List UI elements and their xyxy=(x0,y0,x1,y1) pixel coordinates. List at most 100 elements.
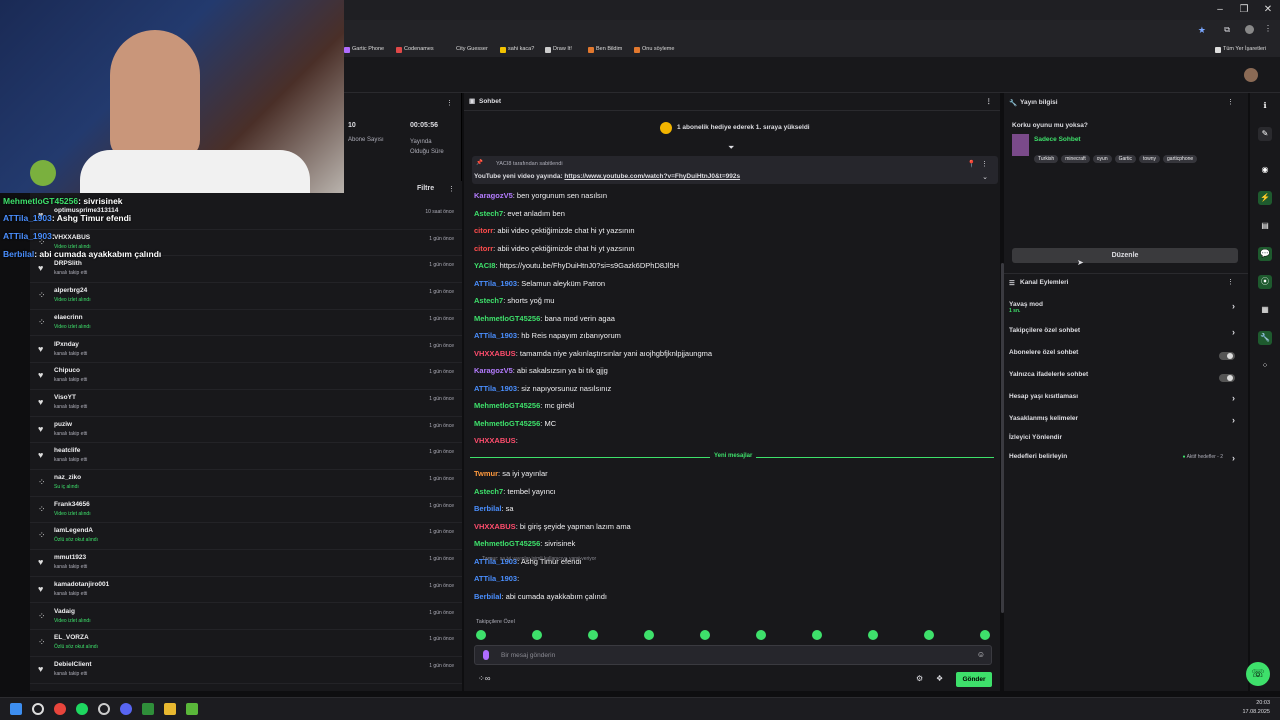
activity-row[interactable]: ♥ heatclife kanalı takip etti 1 gün önce xyxy=(30,443,462,470)
activity-row[interactable]: ⁘ IamLegendA Özlü söz okut alındı 1 gün önc… xyxy=(30,523,462,551)
chat-message[interactable]: ATTila_1903: Selamun aleyküm Patron xyxy=(474,279,605,288)
bookmark-item[interactable]: Codenames xyxy=(396,42,434,57)
pinned-menu-icon[interactable]: ⋮ xyxy=(981,160,988,168)
extensions-icon[interactable]: ⧉ xyxy=(1224,25,1230,35)
tag[interactable]: garticphone xyxy=(1163,155,1198,163)
activity-row[interactable]: ♥ DRPSlith kanalı takip etti 1 gün önce xyxy=(30,256,462,284)
emote-chat-toggle[interactable] xyxy=(1219,374,1235,382)
camera-icon[interactable]: ◉ xyxy=(1258,163,1272,177)
emote-icon[interactable] xyxy=(812,630,822,640)
activity-menu-icon[interactable]: ⋮ xyxy=(448,185,455,193)
chat-message[interactable]: ATTila_1903: xyxy=(474,574,519,583)
emote-icon[interactable] xyxy=(644,630,654,640)
activity-row[interactable]: ♥ kamadotanjiro001 kanalı takip etti 1 gün … xyxy=(30,577,462,604)
chat-message[interactable]: Astech7: tembel yayıncı xyxy=(474,487,556,496)
chat-username[interactable]: Astech7 xyxy=(474,209,503,218)
chat-menu-icon[interactable]: ⋮ xyxy=(986,93,993,111)
chat-message[interactable]: VHXXABUS: bi giriş şeyide yapman lazım a… xyxy=(474,522,631,531)
chat-username[interactable]: KaragozV5 xyxy=(474,366,513,375)
tag[interactable]: minecraft xyxy=(1061,155,1090,163)
activity-row[interactable]: ♥ DebielClient kanalı takip etti 1 gün önce xyxy=(30,657,462,684)
chat-message[interactable]: MehmetloGT45256: MC xyxy=(474,419,556,428)
emote-icon[interactable] xyxy=(476,630,486,640)
filter-button[interactable]: Filtre xyxy=(417,185,434,192)
activity-row[interactable]: ♥ mmut1923 kanalı takip etti 1 gün önce xyxy=(30,550,462,577)
tag[interactable]: oyun xyxy=(1092,155,1112,163)
chat-username[interactable]: ATTila_1903 xyxy=(474,279,517,288)
lightning-icon[interactable]: ⚡ xyxy=(1258,191,1272,205)
chat-message[interactable]: VHXXABUS: tamamda niye yakınlaştırsınlar… xyxy=(474,349,712,358)
document-icon[interactable]: ▤ xyxy=(1258,219,1272,233)
slow-mode-row[interactable]: Yavaş mod 1 sn. › xyxy=(1009,301,1239,319)
chat-username[interactable]: ATTila_1903 xyxy=(474,384,517,393)
chat-message[interactable]: ATTila_1903: hb Reis napayım zıbanıyorum xyxy=(474,331,621,340)
activity-row[interactable]: ♥ lPxnday kanalı takip etti 1 gün önce xyxy=(30,337,462,364)
bookmark-item[interactable]: Draw It! xyxy=(545,42,572,57)
chat-message[interactable]: ATTila_1903: siz napıyorsunuz nasılsınız xyxy=(474,384,611,393)
emote-picker-icon[interactable]: ☺ xyxy=(977,650,985,659)
activity-row[interactable]: ⁘ EL_VORZA Özlü söz okut alındı 1 gün önce xyxy=(30,630,462,657)
emote-icon[interactable] xyxy=(700,630,710,640)
spotify-icon[interactable] xyxy=(76,703,88,715)
badge-icon[interactable] xyxy=(483,650,489,660)
tag[interactable]: Turkish xyxy=(1034,155,1059,163)
all-bookmarks[interactable]: Tüm Yer İşaretleri xyxy=(1215,42,1266,57)
age-restrict-row[interactable]: Hesap yaşı kısıtlaması › xyxy=(1009,393,1239,411)
activity-row[interactable]: ⁘ naz_ziko Su iç alındı 1 gün önce xyxy=(30,470,462,497)
chat-username[interactable]: MehmetloGT45256 xyxy=(474,401,540,410)
tag[interactable]: towny xyxy=(1138,155,1161,163)
obs-icon[interactable] xyxy=(98,703,110,715)
followers-chat-row[interactable]: Takipçilere özel sohbet › xyxy=(1009,327,1239,345)
stats-menu-icon[interactable]: ⋮ xyxy=(446,99,453,107)
minimize-icon[interactable]: – xyxy=(1208,0,1232,20)
emote-icon[interactable] xyxy=(532,630,542,640)
chat-message[interactable]: Berbilal: abi cumada ayakkabım çalındı xyxy=(474,592,607,601)
channel-actions-menu-icon[interactable]: ⋮ xyxy=(1227,278,1234,286)
emote-icon[interactable] xyxy=(588,630,598,640)
activity-row[interactable]: ♥ VisoYT kanalı takip etti 1 gün önce xyxy=(30,390,462,417)
star-icon[interactable]: ★ xyxy=(1198,25,1206,36)
tool-icon[interactable]: 🔧 xyxy=(1258,331,1272,345)
chat-message[interactable]: MehmetloGT45256: mc girekl xyxy=(474,401,574,410)
menu-dots-icon[interactable]: ⋮ xyxy=(1264,24,1272,33)
folder-icon[interactable] xyxy=(164,703,176,715)
send-button[interactable]: Gönder xyxy=(956,672,992,687)
chat-message[interactable]: VHXXABUS: xyxy=(474,436,518,445)
chat-username[interactable]: citorr xyxy=(474,226,493,235)
activity-row[interactable]: ⁘ alperbrg24 Video izlet alındı 1 gün önce xyxy=(30,283,462,310)
chat-username[interactable]: VHXXABUS xyxy=(474,349,516,358)
chat-username[interactable]: MehmetloGT45256 xyxy=(474,314,540,323)
chat-message[interactable]: citorr: abii video çektiğimizde chat hi … xyxy=(474,244,635,253)
settings-icon[interactable]: ⚙ xyxy=(916,674,923,683)
pencil-icon[interactable]: ✎ xyxy=(1258,127,1272,141)
chat-username[interactable]: YACI8 xyxy=(474,261,495,270)
info-icon[interactable]: ℹ xyxy=(1258,99,1272,113)
unpin-icon[interactable]: 📍 xyxy=(967,160,976,168)
profile-icon[interactable] xyxy=(1245,25,1254,34)
maximize-icon[interactable]: ❐ xyxy=(1232,0,1256,20)
chat-username[interactable]: MehmetloGT45256 xyxy=(474,539,540,548)
discord-icon[interactable] xyxy=(120,703,132,715)
search-icon[interactable] xyxy=(32,703,44,715)
chat-username[interactable]: MehmetloGT45256 xyxy=(474,419,540,428)
activity-row[interactable]: ♥ Chipuco kanalı takip etti 1 gün önce xyxy=(30,363,462,390)
collapse-icon[interactable]: ⏷ xyxy=(728,143,734,153)
broadcast-icon[interactable]: ⦿ xyxy=(1258,275,1272,289)
banned-words-row[interactable]: Yasaklanmış kelimeler › xyxy=(1009,415,1239,433)
tag[interactable]: Gartic xyxy=(1114,155,1136,163)
chat-message[interactable]: YACI8: https://youtu.be/FhyDuiHtnJ0?si=s… xyxy=(474,261,679,270)
emote-icon[interactable] xyxy=(924,630,934,640)
redirect-row[interactable]: İzleyici Yönlendir xyxy=(1009,434,1239,452)
activity-row[interactable]: ⁘ Vadaig Video izlet alındı 1 gün önce xyxy=(30,604,462,631)
bookmark-item[interactable]: Ben Bildim xyxy=(588,42,622,57)
chat-username[interactable]: Berbilal xyxy=(474,504,502,513)
bookmark-item[interactable]: City Guesser xyxy=(456,42,488,57)
windows-start-icon[interactable] xyxy=(10,703,22,715)
subs-chat-toggle[interactable] xyxy=(1219,352,1235,360)
emote-icon[interactable]: ❖ xyxy=(936,674,943,683)
expand-icon[interactable]: ⌄ xyxy=(982,173,988,181)
points-icon[interactable]: ⁘∞ xyxy=(478,674,490,683)
chat-message[interactable]: Twmur: sa iyi yayınlar xyxy=(474,469,548,478)
chat-username[interactable]: VHXXABUS xyxy=(474,522,516,531)
emote-icon[interactable] xyxy=(980,630,990,640)
